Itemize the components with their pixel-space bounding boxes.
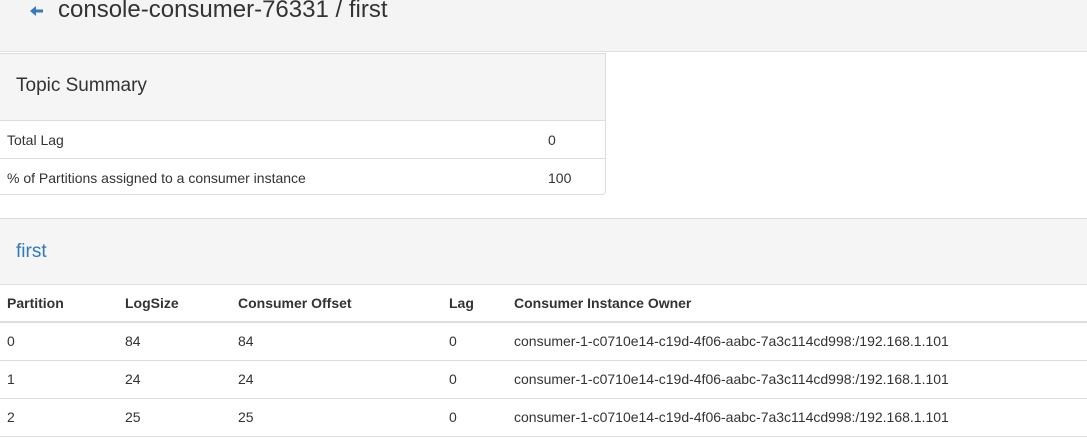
column-header-consumer-offset: Consumer Offset (231, 285, 442, 323)
topic-partitions-panel: first Partition LogSize Consumer Offset … (0, 218, 1087, 438)
cell-owner: consumer-1-c0710e14-c19d-4f06-aabc-7a3c1… (507, 398, 1087, 437)
partition-table: Partition LogSize Consumer Offset Lag Co… (0, 285, 1087, 437)
cell-partition: 0 (0, 322, 118, 361)
page: console-consumer-76331 / first Topic Sum… (0, 0, 1087, 438)
page-header: console-consumer-76331 / first (0, 0, 1087, 52)
table-row: 0 84 84 0 consumer-1-c0710e14-c19d-4f06-… (0, 322, 1087, 361)
summary-label: Total Lag (7, 132, 64, 148)
cell-partition: 2 (0, 398, 118, 437)
cell-owner: consumer-1-c0710e14-c19d-4f06-aabc-7a3c1… (507, 360, 1087, 399)
arrow-left-icon (30, 6, 43, 16)
summary-value: 0 (548, 132, 556, 148)
column-header-partition: Partition (0, 285, 118, 323)
cell-lag: 0 (442, 398, 507, 437)
summary-value: 100 (548, 170, 572, 186)
column-header-logsize: LogSize (118, 285, 231, 323)
page-title: console-consumer-76331 / first (58, 0, 388, 23)
cell-logsize: 84 (118, 322, 231, 361)
cell-logsize: 25 (118, 398, 231, 437)
summary-label: % of Partitions assigned to a consumer i… (7, 170, 306, 186)
cell-logsize: 24 (118, 360, 231, 399)
cell-lag: 0 (442, 322, 507, 361)
cell-owner: consumer-1-c0710e14-c19d-4f06-aabc-7a3c1… (507, 322, 1087, 361)
summary-row-partitions-assigned: % of Partitions assigned to a consumer i… (0, 159, 605, 197)
cell-consumer-offset: 25 (231, 398, 442, 437)
topic-summary-title: Topic Summary (16, 75, 147, 96)
table-row: 1 24 24 0 consumer-1-c0710e14-c19d-4f06-… (0, 360, 1087, 399)
topic-partitions-heading: first (0, 219, 1087, 285)
summary-row-total-lag: Total Lag 0 (0, 121, 605, 159)
column-header-owner: Consumer Instance Owner (507, 285, 1087, 323)
cell-consumer-offset: 24 (231, 360, 442, 399)
cell-lag: 0 (442, 360, 507, 399)
table-header-row: Partition LogSize Consumer Offset Lag Co… (0, 285, 1087, 323)
cell-consumer-offset: 84 (231, 322, 442, 361)
table-row: 2 25 25 0 consumer-1-c0710e14-c19d-4f06-… (0, 398, 1087, 437)
back-button[interactable] (28, 0, 46, 22)
cell-partition: 1 (0, 360, 118, 399)
topic-summary-heading: Topic Summary (0, 54, 605, 121)
column-header-lag: Lag (442, 285, 507, 323)
topic-summary-panel: Topic Summary Total Lag 0 % of Partition… (0, 53, 606, 195)
topic-link[interactable]: first (16, 240, 47, 264)
